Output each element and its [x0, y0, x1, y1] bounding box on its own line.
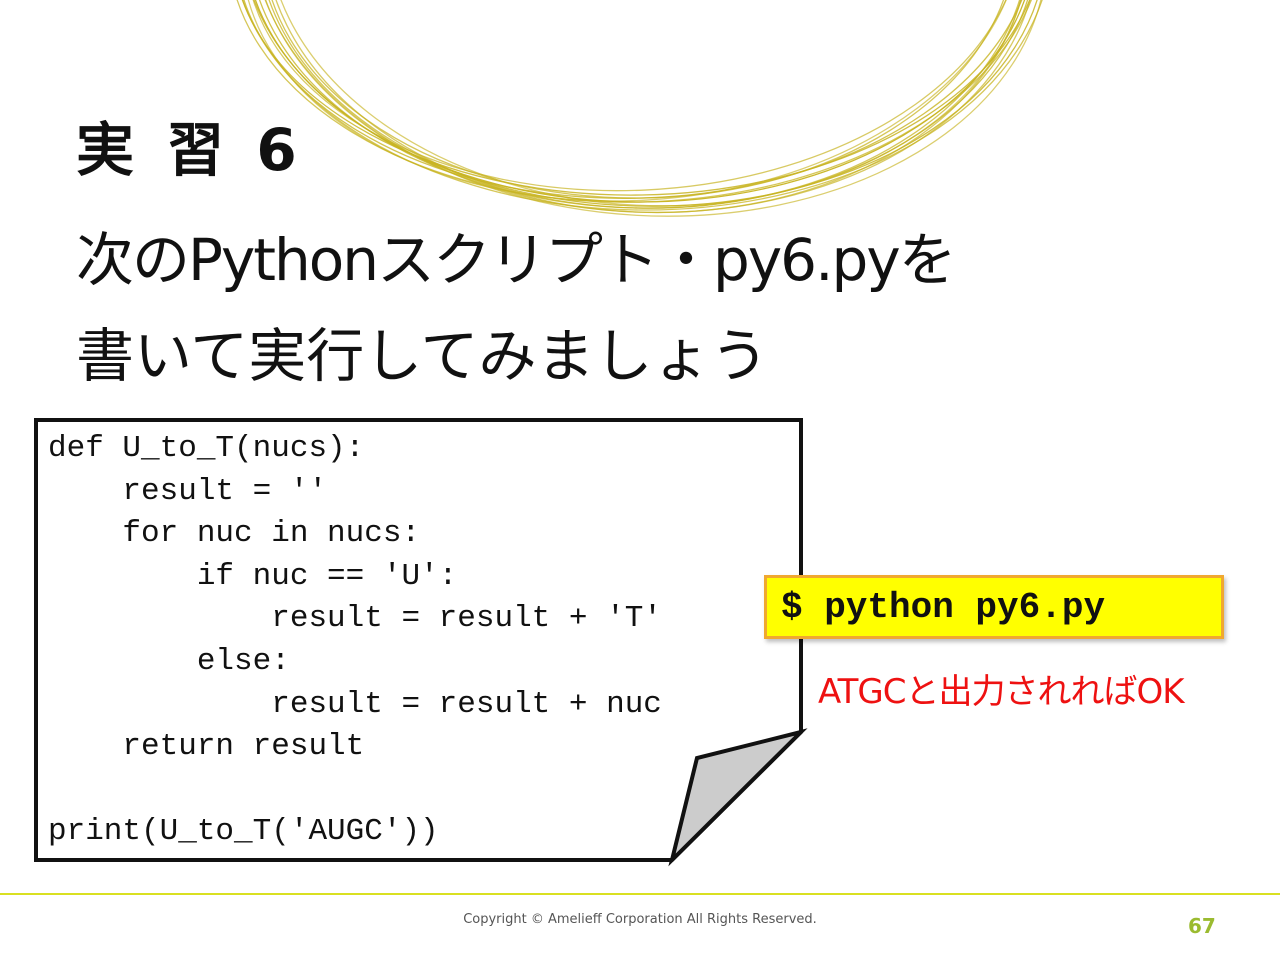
code-line: else: [48, 643, 290, 679]
footer-divider [0, 893, 1280, 895]
code-line: print(U_to_T('AUGC')) [48, 814, 439, 850]
code-line: for nuc in nucs: [48, 516, 421, 552]
code-line: result = '' [48, 473, 328, 509]
command-box: $ python py6.py [764, 575, 1224, 639]
command-text: $ python py6.py [781, 587, 1106, 628]
code-line: if nuc == 'U': [48, 558, 458, 594]
copyright-text: Copyright © Amelieff Corporation All Rig… [463, 912, 817, 927]
code-block: def U_to_T(nucs): result = '' for nuc in… [48, 428, 662, 854]
code-line: result = result + nuc [48, 686, 662, 722]
page-number: 67 [1188, 914, 1216, 938]
expected-output-note: ATGCと出力されればOK [818, 672, 1185, 712]
code-line: def U_to_T(nucs): [48, 431, 365, 466]
code-line: return result [48, 729, 365, 765]
code-line: result = result + 'T' [48, 601, 662, 637]
